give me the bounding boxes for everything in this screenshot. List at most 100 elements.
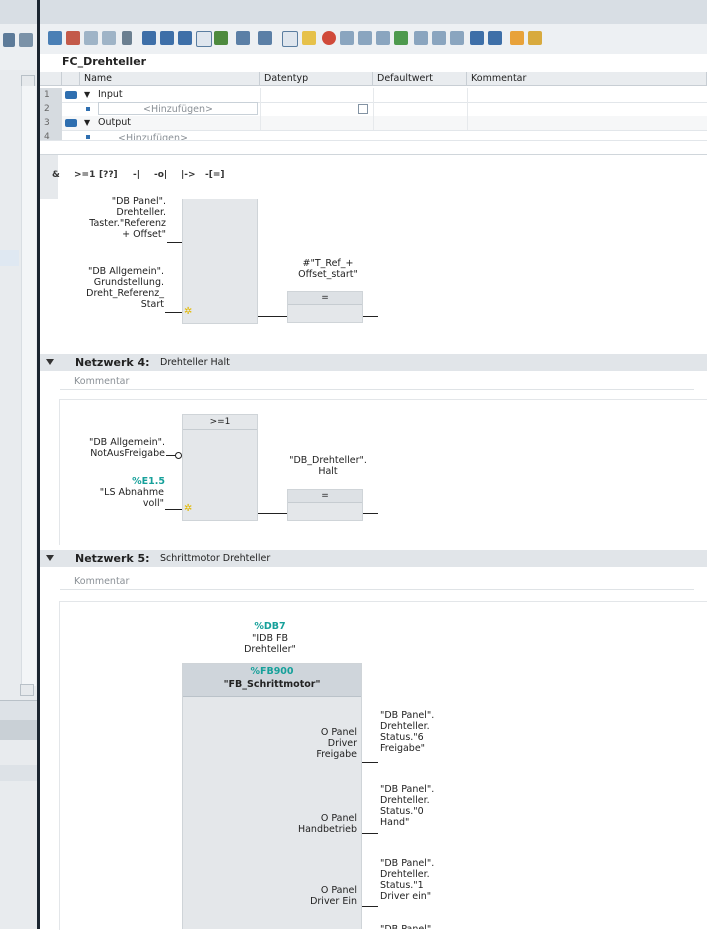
left-pane-scrollbar[interactable] bbox=[21, 86, 36, 686]
instance-db-address: %DB7 bbox=[254, 621, 286, 632]
close-all-networks-icon[interactable] bbox=[178, 31, 192, 45]
bullet-icon bbox=[86, 135, 90, 139]
fb-name[interactable]: "FB_Schrittmotor" bbox=[182, 679, 362, 690]
editor-title-band bbox=[40, 0, 707, 24]
network4-comment[interactable]: Kommentar bbox=[60, 373, 694, 390]
param-value[interactable]: "DB Panel". Drehteller. Status."0 Hand" bbox=[380, 784, 470, 828]
network3-input1-label[interactable]: "DB Panel". Drehteller. Taster."Referenz… bbox=[40, 196, 166, 240]
close-branch-icon[interactable] bbox=[102, 31, 116, 45]
network4-output-label[interactable]: "DB_Drehteller". Halt bbox=[268, 455, 388, 477]
insert-branch-icon[interactable] bbox=[84, 31, 98, 45]
compare-icon[interactable] bbox=[358, 31, 372, 45]
insert-network-icon[interactable] bbox=[48, 31, 62, 45]
scroll-down-arrow-icon[interactable] bbox=[20, 684, 34, 696]
indent-icon[interactable] bbox=[414, 31, 428, 45]
open-branch-button[interactable]: |-> bbox=[181, 170, 196, 180]
row-number: 2 bbox=[40, 102, 62, 116]
network3-input2-label[interactable]: "DB Allgemein". Grundstellung. Dreht_Ref… bbox=[40, 266, 164, 310]
param-name: O Panel Driver Freigabe bbox=[316, 727, 357, 760]
zoom-icon[interactable] bbox=[282, 31, 298, 47]
align-icon[interactable] bbox=[450, 31, 464, 45]
collapse-triangle-icon[interactable] bbox=[46, 555, 54, 561]
param-name: O Panel Handbetrieb bbox=[297, 813, 357, 835]
instance-db-name[interactable]: "IDB FB Drehteller" bbox=[220, 633, 320, 655]
add-parameter-field[interactable]: <Hinzufügen> bbox=[98, 102, 258, 115]
remove-breakpoint-icon[interactable] bbox=[340, 31, 354, 45]
section-name: Input bbox=[98, 89, 123, 100]
export-icon[interactable] bbox=[19, 33, 33, 47]
jump-icon[interactable] bbox=[470, 31, 484, 45]
network5-comment[interactable]: Kommentar bbox=[60, 573, 694, 590]
datatype-picker-icon[interactable] bbox=[358, 104, 368, 114]
set-breakpoint-icon[interactable] bbox=[322, 31, 336, 45]
or-symbol: >=1 bbox=[183, 415, 257, 430]
network5-label: Netzwerk 5: bbox=[75, 552, 150, 565]
and-box-button[interactable]: & bbox=[52, 170, 60, 180]
network4-assignment-box[interactable]: = bbox=[287, 489, 363, 521]
download-icon[interactable] bbox=[376, 31, 390, 45]
delete-network-icon[interactable] bbox=[66, 31, 80, 45]
network4-input1-label[interactable]: "DB Allgemein". NotAusFreigabe bbox=[40, 437, 165, 459]
or-box-button[interactable]: >=1 bbox=[74, 170, 95, 180]
network5-title[interactable]: Schrittmotor Drehteller bbox=[160, 553, 270, 564]
network5-header[interactable]: Netzwerk 5: Schrittmotor Drehteller bbox=[40, 550, 707, 567]
network3-logic-box[interactable] bbox=[182, 199, 258, 324]
column-header-default[interactable]: Defaultwert bbox=[373, 72, 467, 86]
network4-input2-label[interactable]: "LS Abnahme voll" bbox=[40, 487, 164, 509]
row-number: 1 bbox=[40, 88, 62, 102]
lower-pane-header bbox=[0, 700, 37, 721]
absolute-operands-icon[interactable] bbox=[214, 31, 228, 45]
network4-title[interactable]: Drehteller Halt bbox=[160, 357, 230, 368]
row-number: 4 bbox=[40, 130, 62, 140]
add-parameter-field[interactable]: <Hinzufügen> bbox=[118, 132, 188, 140]
network-comments-icon[interactable] bbox=[142, 31, 156, 45]
negation-marker-icon: ✲ bbox=[184, 503, 193, 514]
left-pane-header bbox=[0, 0, 37, 24]
outdent-icon[interactable] bbox=[432, 31, 446, 45]
nc-contact-button[interactable]: -o| bbox=[154, 170, 167, 180]
operand-info-icon[interactable] bbox=[258, 31, 272, 45]
no-contact-button[interactable]: -| bbox=[133, 170, 140, 180]
goto-icon[interactable] bbox=[122, 31, 132, 45]
monitor-icon[interactable] bbox=[302, 31, 316, 45]
input-section-icon bbox=[65, 91, 77, 99]
assignment-symbol: = bbox=[288, 490, 362, 503]
table-row[interactable]: 2 <Hinzufügen> bbox=[40, 102, 707, 117]
table-row[interactable]: 1 ▼ Input bbox=[40, 88, 707, 103]
network3-output-label[interactable]: #"T_Ref_+ Offset_start" bbox=[273, 258, 383, 280]
properties-icon[interactable] bbox=[510, 31, 524, 45]
param-value-partial[interactable]: "DB Panel". bbox=[380, 924, 470, 929]
table-row[interactable]: 4 <Hinzufügen> bbox=[40, 130, 707, 141]
column-header-comment[interactable]: Kommentar bbox=[467, 72, 707, 86]
expand-triangle-icon[interactable]: ▼ bbox=[84, 88, 90, 102]
selected-tree-item[interactable] bbox=[0, 250, 19, 266]
section-name: Output bbox=[98, 117, 131, 128]
rownum-header bbox=[40, 72, 62, 86]
column-header-datatype[interactable]: Datentyp bbox=[260, 72, 373, 86]
param-value[interactable]: "DB Panel". Drehteller. Status."6 Freiga… bbox=[380, 710, 470, 754]
favorites-icon[interactable] bbox=[196, 31, 212, 47]
collapse-triangle-icon[interactable] bbox=[46, 359, 54, 365]
assignment-button[interactable]: -[=] bbox=[205, 170, 225, 180]
project-navigation-pane bbox=[0, 0, 37, 929]
open-all-networks-icon[interactable] bbox=[160, 31, 174, 45]
network4-or-box[interactable]: >=1 bbox=[182, 414, 258, 521]
table-row[interactable]: 3 ▼ Output bbox=[40, 116, 707, 131]
glasses-icon[interactable] bbox=[528, 31, 542, 45]
network3-assignment-box[interactable]: = bbox=[287, 291, 363, 323]
upload-icon[interactable] bbox=[394, 31, 408, 45]
lower-pane-titlebar bbox=[0, 720, 37, 740]
back-icon[interactable] bbox=[3, 33, 15, 47]
expand-triangle-icon[interactable]: ▼ bbox=[84, 116, 90, 130]
ladder-editor: "DB Panel". Drehteller. Taster."Referenz… bbox=[40, 196, 707, 930]
return-icon[interactable] bbox=[488, 31, 502, 45]
param-value[interactable]: "DB Panel". Drehteller. Status."1 Driver… bbox=[380, 858, 470, 902]
empty-box-button[interactable]: [??] bbox=[99, 170, 118, 180]
symbolic-operands-icon[interactable] bbox=[236, 31, 250, 45]
param-name: O Panel Driver Ein bbox=[310, 885, 357, 907]
editor-toolbar bbox=[40, 24, 707, 55]
instruction-favorites-bar: & >=1 [??] -| -o| |-> -[=] bbox=[40, 154, 707, 200]
network4-header[interactable]: Netzwerk 4: Drehteller Halt bbox=[40, 354, 707, 371]
block-name-title: FC_Drehteller bbox=[62, 55, 147, 68]
column-header-name[interactable]: Name bbox=[80, 72, 260, 86]
